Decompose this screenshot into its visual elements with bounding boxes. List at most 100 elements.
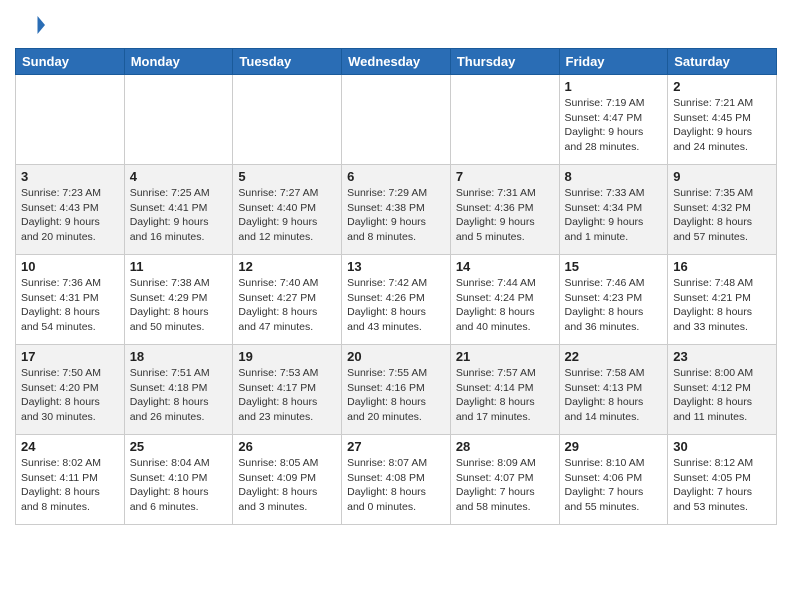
day-info: Sunrise: 8:10 AMSunset: 4:06 PMDaylight:… — [565, 456, 663, 515]
calendar-cell: 23 Sunrise: 8:00 AMSunset: 4:12 PMDayligh… — [668, 345, 777, 435]
calendar-cell: 15Sunrise: 7:46 AMSunset: 4:23 PMDayligh… — [559, 255, 668, 345]
day-number: 1 — [565, 79, 663, 94]
calendar-cell: 24 Sunrise: 8:02 AMSunset: 4:11 PMDayligh… — [16, 435, 125, 525]
calendar-week-1: 1 Sunrise: 7:19 AMSunset: 4:47 PMDaylight… — [16, 75, 777, 165]
logo-icon — [15, 10, 45, 40]
day-info: Sunrise: 7:53 AMSunset: 4:17 PMDaylight:… — [238, 366, 336, 425]
day-info: Sunrise: 7:35 AMSunset: 4:32 PMDaylight:… — [673, 186, 771, 245]
calendar-cell: 11 Sunrise: 7:38 AMSunset: 4:29 PMDayligh… — [124, 255, 233, 345]
calendar-cell: 22 Sunrise: 7:58 AMSunset: 4:13 PMDayligh… — [559, 345, 668, 435]
calendar-cell: 2Sunrise: 7:21 AMSunset: 4:45 PMDaylight… — [668, 75, 777, 165]
day-info: Sunrise: 7:55 AMSunset: 4:16 PMDaylight:… — [347, 366, 445, 425]
col-header-friday: Friday — [559, 49, 668, 75]
day-number: 28 — [456, 439, 554, 454]
day-number: 29 — [565, 439, 663, 454]
day-number: 18 — [130, 349, 228, 364]
day-number: 17 — [21, 349, 119, 364]
calendar-cell: 13 Sunrise: 7:42 AMSunset: 4:26 PMDayligh… — [342, 255, 451, 345]
day-number: 20 — [347, 349, 445, 364]
calendar-cell: 4 Sunrise: 7:25 AMSunset: 4:41 PMDaylight… — [124, 165, 233, 255]
day-number: 19 — [238, 349, 336, 364]
calendar-cell: 14 Sunrise: 7:44 AMSunset: 4:24 PMDayligh… — [450, 255, 559, 345]
col-header-wednesday: Wednesday — [342, 49, 451, 75]
day-number: 21 — [456, 349, 554, 364]
calendar-header-row: SundayMondayTuesdayWednesdayThursdayFrid… — [16, 49, 777, 75]
day-info: Sunrise: 8:04 AMSunset: 4:10 PMDaylight:… — [130, 456, 228, 515]
day-info: Sunrise: 7:58 AMSunset: 4:13 PMDaylight:… — [565, 366, 663, 425]
day-number: 15 — [565, 259, 663, 274]
day-number: 2 — [673, 79, 771, 94]
day-info: Sunrise: 8:02 AMSunset: 4:11 PMDaylight:… — [21, 456, 119, 515]
day-info: Sunrise: 7:42 AMSunset: 4:26 PMDaylight:… — [347, 276, 445, 335]
calendar-week-5: 24 Sunrise: 8:02 AMSunset: 4:11 PMDayligh… — [16, 435, 777, 525]
day-number: 25 — [130, 439, 228, 454]
day-info: Sunrise: 7:51 AMSunset: 4:18 PMDaylight:… — [130, 366, 228, 425]
day-number: 22 — [565, 349, 663, 364]
day-info: Sunrise: 7:29 AMSunset: 4:38 PMDaylight:… — [347, 186, 445, 245]
calendar-cell: 18 Sunrise: 7:51 AMSunset: 4:18 PMDayligh… — [124, 345, 233, 435]
day-info: Sunrise: 8:05 AMSunset: 4:09 PMDaylight:… — [238, 456, 336, 515]
day-number: 27 — [347, 439, 445, 454]
day-number: 4 — [130, 169, 228, 184]
calendar-week-3: 10Sunrise: 7:36 AMSunset: 4:31 PMDayligh… — [16, 255, 777, 345]
logo — [15, 10, 49, 40]
day-info: Sunrise: 7:57 AMSunset: 4:14 PMDaylight:… — [456, 366, 554, 425]
day-number: 23 — [673, 349, 771, 364]
calendar-cell: 21 Sunrise: 7:57 AMSunset: 4:14 PMDayligh… — [450, 345, 559, 435]
calendar-cell — [124, 75, 233, 165]
col-header-thursday: Thursday — [450, 49, 559, 75]
day-number: 24 — [21, 439, 119, 454]
day-info: Sunrise: 8:07 AMSunset: 4:08 PMDaylight:… — [347, 456, 445, 515]
header — [15, 10, 777, 40]
day-info: Sunrise: 7:27 AMSunset: 4:40 PMDaylight:… — [238, 186, 336, 245]
calendar-cell: 20 Sunrise: 7:55 AMSunset: 4:16 PMDayligh… — [342, 345, 451, 435]
calendar-cell: 10Sunrise: 7:36 AMSunset: 4:31 PMDayligh… — [16, 255, 125, 345]
calendar-cell: 12 Sunrise: 7:40 AMSunset: 4:27 PMDayligh… — [233, 255, 342, 345]
day-number: 11 — [130, 259, 228, 274]
calendar-cell — [233, 75, 342, 165]
calendar-cell — [16, 75, 125, 165]
day-number: 5 — [238, 169, 336, 184]
calendar-table: SundayMondayTuesdayWednesdayThursdayFrid… — [15, 48, 777, 525]
col-header-sunday: Sunday — [16, 49, 125, 75]
calendar-cell: 27 Sunrise: 8:07 AMSunset: 4:08 PMDayligh… — [342, 435, 451, 525]
day-info: Sunrise: 7:19 AMSunset: 4:47 PMDaylight:… — [565, 96, 663, 155]
calendar-cell: 26Sunrise: 8:05 AMSunset: 4:09 PMDayligh… — [233, 435, 342, 525]
calendar-cell — [450, 75, 559, 165]
day-number: 7 — [456, 169, 554, 184]
day-info: Sunrise: 7:36 AMSunset: 4:31 PMDaylight:… — [21, 276, 119, 335]
calendar-cell: 7Sunrise: 7:31 AMSunset: 4:36 PMDaylight… — [450, 165, 559, 255]
day-number: 6 — [347, 169, 445, 184]
calendar-cell: 3 Sunrise: 7:23 AMSunset: 4:43 PMDaylight… — [16, 165, 125, 255]
calendar-cell: 19 Sunrise: 7:53 AMSunset: 4:17 PMDayligh… — [233, 345, 342, 435]
day-info: Sunrise: 8:12 AMSunset: 4:05 PMDaylight:… — [673, 456, 771, 515]
calendar-cell — [342, 75, 451, 165]
calendar-cell: 25 Sunrise: 8:04 AMSunset: 4:10 PMDayligh… — [124, 435, 233, 525]
calendar-cell: 8Sunrise: 7:33 AMSunset: 4:34 PMDaylight… — [559, 165, 668, 255]
day-info: Sunrise: 7:33 AMSunset: 4:34 PMDaylight:… — [565, 186, 663, 245]
col-header-saturday: Saturday — [668, 49, 777, 75]
calendar-cell: 28Sunrise: 8:09 AMSunset: 4:07 PMDayligh… — [450, 435, 559, 525]
day-number: 3 — [21, 169, 119, 184]
day-info: Sunrise: 7:23 AMSunset: 4:43 PMDaylight:… — [21, 186, 119, 245]
day-info: Sunrise: 7:25 AMSunset: 4:41 PMDaylight:… — [130, 186, 228, 245]
calendar-cell: 16 Sunrise: 7:48 AMSunset: 4:21 PMDayligh… — [668, 255, 777, 345]
day-info: Sunrise: 7:48 AMSunset: 4:21 PMDaylight:… — [673, 276, 771, 335]
calendar-cell: 9Sunrise: 7:35 AMSunset: 4:32 PMDaylight… — [668, 165, 777, 255]
col-header-tuesday: Tuesday — [233, 49, 342, 75]
day-number: 13 — [347, 259, 445, 274]
page: SundayMondayTuesdayWednesdayThursdayFrid… — [0, 0, 792, 612]
calendar-week-2: 3 Sunrise: 7:23 AMSunset: 4:43 PMDaylight… — [16, 165, 777, 255]
day-number: 12 — [238, 259, 336, 274]
col-header-monday: Monday — [124, 49, 233, 75]
day-info: Sunrise: 7:44 AMSunset: 4:24 PMDaylight:… — [456, 276, 554, 335]
calendar-cell: 1 Sunrise: 7:19 AMSunset: 4:47 PMDaylight… — [559, 75, 668, 165]
calendar-cell: 6 Sunrise: 7:29 AMSunset: 4:38 PMDaylight… — [342, 165, 451, 255]
day-info: Sunrise: 7:40 AMSunset: 4:27 PMDaylight:… — [238, 276, 336, 335]
calendar-week-4: 17Sunrise: 7:50 AMSunset: 4:20 PMDayligh… — [16, 345, 777, 435]
day-number: 16 — [673, 259, 771, 274]
day-info: Sunrise: 7:38 AMSunset: 4:29 PMDaylight:… — [130, 276, 228, 335]
day-number: 14 — [456, 259, 554, 274]
day-number: 30 — [673, 439, 771, 454]
day-info: Sunrise: 8:00 AMSunset: 4:12 PMDaylight:… — [673, 366, 771, 425]
